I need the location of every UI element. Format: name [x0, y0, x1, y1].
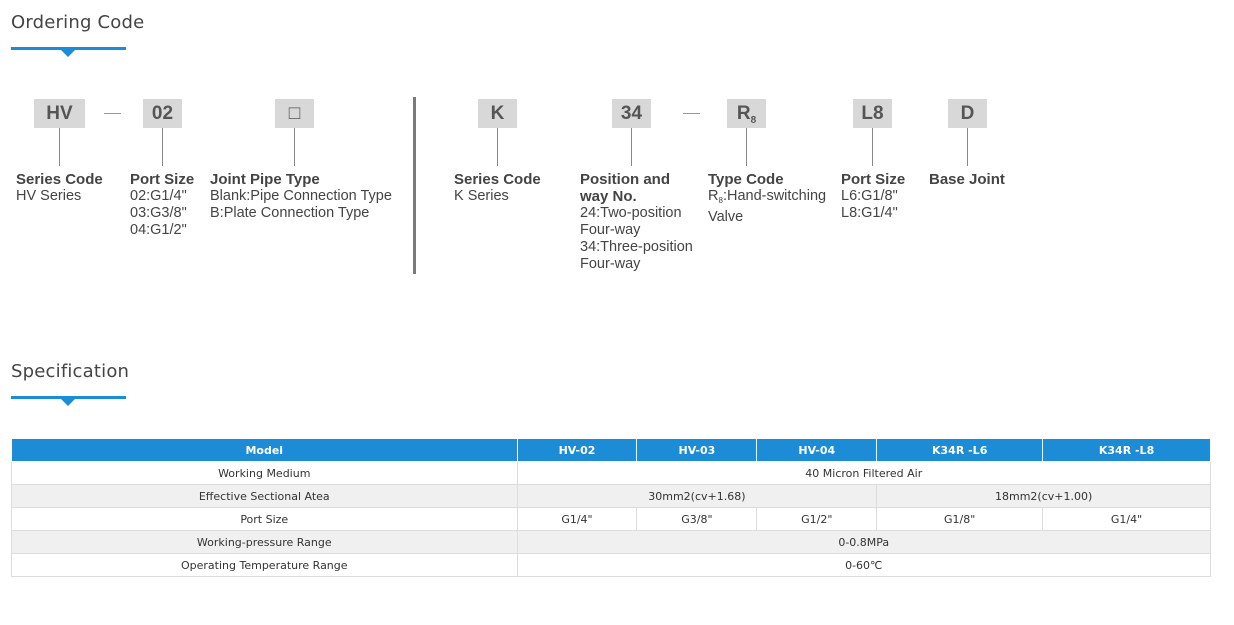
cell-value: G1/2"	[756, 507, 878, 531]
label-base-joint: Base Joint	[929, 171, 1005, 188]
header-model: Model	[11, 438, 518, 462]
label-port-size-hv: Port Size 02:G1/4" 03:G3/8" 04:G1/2"	[130, 171, 194, 239]
label-head: Port Size	[841, 171, 906, 188]
label-line: Blank:Pipe Connection Type	[210, 188, 392, 204]
label-series-hv: Series Code HV Series	[16, 171, 103, 205]
label-line: 34:Three-position	[580, 239, 693, 255]
type-sub: 8	[750, 115, 757, 126]
cell-value: 30mm2(cv+1.68)	[516, 484, 878, 508]
dash-separator	[104, 113, 121, 114]
label-line: HV Series	[16, 188, 82, 204]
connector-line	[746, 128, 747, 166]
ordering-code-arrow	[61, 50, 75, 57]
label-joint-pipe: Joint Pipe Type Blank:Pipe Connection Ty…	[210, 171, 392, 222]
label-line: Valve	[708, 209, 744, 225]
label-line: L6:G1/8"	[841, 188, 898, 204]
label-type-code: Type Code R8:Hand-switching Valve	[708, 171, 826, 226]
header-k34r-l6: K34R -L6	[876, 438, 1044, 462]
code-box-joint: □	[275, 99, 314, 128]
connector-line	[294, 128, 295, 166]
label-line: B:Plate Connection Type	[210, 205, 370, 221]
label-line: R8:Hand-switching	[708, 188, 826, 209]
label-head: Base Joint	[929, 171, 1005, 188]
label-head: way No.	[580, 188, 637, 205]
label-line: Four-way	[580, 256, 641, 272]
label-head: Joint Pipe Type	[210, 171, 320, 188]
label-line: 03:G3/8"	[130, 205, 187, 221]
table-header-row: Model HV-02 HV-03 HV-04 K34R -L6 K34R -L…	[11, 438, 1211, 462]
cell-value: 0-60℃	[516, 553, 1212, 577]
code-box-d: D	[948, 99, 987, 128]
dash-separator	[683, 113, 700, 114]
row-label: Working-pressure Range	[11, 530, 518, 554]
code-box-k: K	[478, 99, 517, 128]
row-label: Working Medium	[11, 461, 518, 485]
label-head: Series Code	[454, 171, 541, 188]
table-row: Working Medium 40 Micron Filtered Air	[11, 461, 1212, 485]
cell-value: 40 Micron Filtered Air	[516, 461, 1212, 485]
code-box-type: R8	[727, 99, 766, 128]
label-head: Series Code	[16, 171, 103, 188]
ordering-code-title: Ordering Code	[11, 12, 145, 33]
table-row: Port Size G1/4" G3/8" G1/2" G1/8" G1/4"	[11, 507, 1211, 531]
label-head: Port Size	[130, 171, 195, 188]
code-box-port: 02	[143, 99, 182, 128]
cell-value: G1/8"	[876, 507, 1044, 531]
table-row: Working-pressure Range 0-0.8MPa	[11, 530, 1212, 554]
connector-line	[162, 128, 163, 166]
connector-line	[59, 128, 60, 166]
label-line: 02:G1/4"	[130, 188, 187, 204]
label-line: K Series	[454, 188, 509, 204]
type-main: R	[736, 103, 751, 124]
header-hv-03: HV-03	[636, 438, 758, 462]
r-rest: :Hand-switching	[722, 188, 827, 204]
label-line: Four-way	[580, 222, 641, 238]
row-label: Effective Sectional Atea	[11, 484, 518, 508]
cell-value: G1/4"	[1042, 507, 1211, 531]
connector-line	[967, 128, 968, 166]
label-head: Type Code	[708, 171, 784, 188]
label-line: 04:G1/2"	[130, 222, 187, 238]
label-head: Position and	[580, 171, 670, 188]
specification-table: Model HV-02 HV-03 HV-04 K34R -L6 K34R -L…	[11, 438, 1212, 577]
header-hv-04: HV-04	[756, 438, 878, 462]
connector-line	[631, 128, 632, 166]
label-port-size-k: Port Size L6:G1/8" L8:G1/4"	[841, 171, 905, 222]
cell-value: 0-0.8MPa	[516, 530, 1212, 554]
label-position: Position and way No. 24:Two-position Fou…	[580, 171, 693, 273]
connector-line	[497, 128, 498, 166]
cell-value: G1/4"	[516, 507, 638, 531]
label-series-k: Series Code K Series	[454, 171, 541, 205]
connector-line	[872, 128, 873, 166]
code-box-l8: L8	[853, 99, 892, 128]
row-label: Port Size	[11, 507, 518, 531]
label-line: L8:G1/4"	[841, 205, 898, 221]
r-main: R	[708, 188, 719, 204]
header-hv-02: HV-02	[516, 438, 638, 462]
cell-value: G3/8"	[636, 507, 758, 531]
header-k34r-l8: K34R -L8	[1042, 438, 1211, 462]
code-box-hv: HV	[34, 99, 85, 128]
code-box-position: 34	[612, 99, 651, 128]
table-row: Operating Temperature Range 0-60℃	[11, 553, 1212, 577]
specification-title: Specification	[11, 361, 130, 382]
table-row: Effective Sectional Atea 30mm2(cv+1.68) …	[11, 484, 1211, 508]
cell-value: 18mm2(cv+1.00)	[876, 484, 1211, 508]
row-label: Operating Temperature Range	[11, 553, 518, 577]
specification-arrow	[61, 399, 75, 406]
label-line: 24:Two-position	[580, 205, 682, 221]
vertical-divider	[413, 97, 416, 274]
